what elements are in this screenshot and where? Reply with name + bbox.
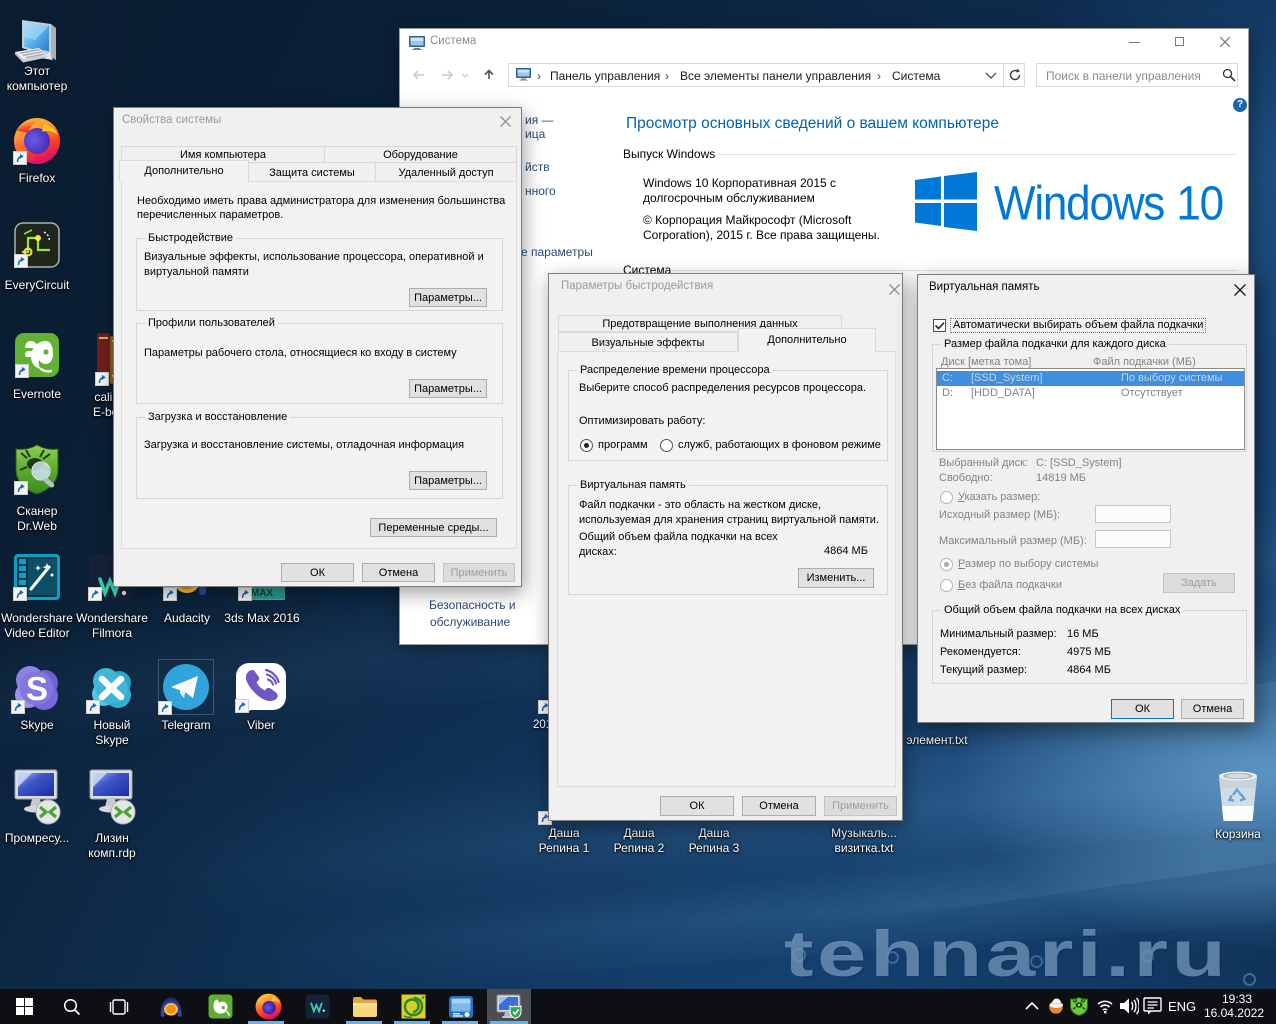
svg-text:S: S [26,670,48,707]
svg-text:MAX: MAX [251,588,274,599]
